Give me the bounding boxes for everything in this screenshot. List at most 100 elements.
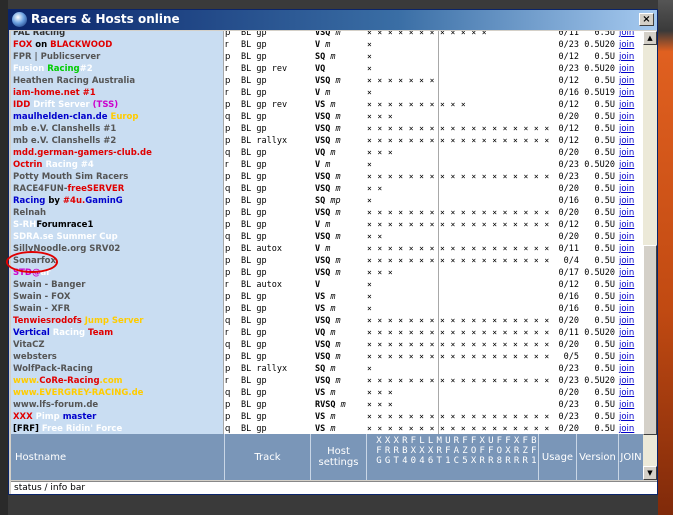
- host-row[interactable]: Relnah p BL gp VSQ m × × × × × × × × × × × ×…: [11, 207, 643, 219]
- title-bar[interactable]: Racers & Hosts online ×: [9, 10, 657, 30]
- join-link[interactable]: join: [619, 351, 643, 363]
- join-link[interactable]: join: [619, 267, 643, 279]
- host-row[interactable]: websters p BL gp VSQ m × × × × × × × × × × ×…: [11, 351, 643, 363]
- host-row[interactable]: maulhelden-clan.de Europ q BL gp VSQ m × × …: [11, 111, 643, 123]
- version-cell: 0.5U20: [584, 160, 615, 170]
- join-link[interactable]: join: [619, 171, 643, 183]
- allowed-cars-cell: ×: [367, 160, 373, 169]
- join-link[interactable]: join: [619, 219, 643, 231]
- host-row[interactable]: www.EVERGREY-RACING.de q BL gp VS m × × × 0/…: [11, 387, 643, 399]
- join-link[interactable]: join: [619, 147, 643, 159]
- host-row[interactable]: VitaCZ q BL gp VSQ m × × × × × × × × × × × ×…: [11, 339, 643, 351]
- join-link[interactable]: join: [619, 363, 643, 375]
- host-row[interactable]: WolfPack-Racing p BL rallyx SQ m × 0/23 0.5U j…: [11, 363, 643, 375]
- host-row[interactable]: Swain - XFR p BL gp VS m × 0/16 0.5U join: [11, 303, 643, 315]
- host-row[interactable]: Racing by #4u.GaminG p BL gp SQ mp × 0/16 0.5…: [11, 195, 643, 207]
- host-row[interactable]: Swain - Banger r BL autox V × 0/12 0.5U join: [11, 279, 643, 291]
- car-code-letter: U: [488, 436, 494, 446]
- version-cell: 0.5U: [594, 148, 615, 158]
- host-row[interactable]: Sonarfox p BL gp VSQ m × × × × × × × × × × ×…: [11, 255, 643, 267]
- host-row[interactable]: Potty Mouth Sim Racers p BL gp VSQ m × × × ×…: [11, 171, 643, 183]
- join-link[interactable]: join: [619, 63, 643, 75]
- join-link[interactable]: join: [619, 123, 643, 135]
- scroll-thumb[interactable]: [643, 245, 657, 435]
- join-link[interactable]: join: [619, 399, 643, 411]
- host-row[interactable]: Vertical Racing Team r BL gp VQ m × × × × × …: [11, 327, 643, 339]
- host-row[interactable]: Heathen Racing Australia p BL gp VSQ m × × …: [11, 75, 643, 87]
- join-link[interactable]: join: [619, 339, 643, 351]
- join-link[interactable]: join: [619, 31, 643, 39]
- host-row[interactable]: mdd.german-gamers-club.de q BL gp VQ m × × …: [11, 147, 643, 159]
- host-row[interactable]: Octrin Racing #4 r BL gp V m × 0/23 0.5U20 joi…: [11, 159, 643, 171]
- version-cell: 0.5U20: [584, 268, 615, 278]
- track-header[interactable]: Track: [225, 434, 311, 480]
- usage-cell: 0/12: [558, 100, 579, 110]
- host-row[interactable]: www.CoRe-Racing.com r BL gp VSQ m × × × × × …: [11, 375, 643, 387]
- join-link[interactable]: join: [619, 255, 643, 267]
- join-header[interactable]: JOIN: [619, 434, 643, 480]
- host-row[interactable]: SillyNoodle.org SRV02 p BL autox V m × × × ×…: [11, 243, 643, 255]
- track-cell: BL gp: [241, 31, 267, 38]
- join-link[interactable]: join: [619, 387, 643, 399]
- host-row[interactable]: SDRA.se Summer Cup q BL gp VSQ m × × 0/20 0.5U…: [11, 231, 643, 243]
- join-link[interactable]: join: [619, 39, 643, 51]
- host-row[interactable]: FAL Racing p BL gp VSQ m × × × × × × × × × ×…: [11, 31, 643, 39]
- host-row[interactable]: mb e.V. Clanshells #1 p BL gp VSQ m × × × × …: [11, 123, 643, 135]
- host-row[interactable]: www.lfs-forum.de p BL gp RVSQ m × × × 0/23 0.…: [11, 399, 643, 411]
- join-link[interactable]: join: [619, 51, 643, 63]
- hostname-segment: IDD: [13, 100, 31, 110]
- cars-header[interactable]: XFGXRGXRTRB4FX0LX4LX6MRTUF1RACFZ5FOXXFRU…: [367, 434, 539, 480]
- join-link[interactable]: join: [619, 423, 643, 434]
- usage-cell: 0/23: [558, 172, 579, 182]
- vertical-scrollbar[interactable]: ▲ ▼: [643, 31, 657, 480]
- join-link[interactable]: join: [619, 207, 643, 219]
- host-row[interactable]: FPR | Publicserver p BL gp SQ m × 0/12 0.5U jo…: [11, 51, 643, 63]
- host-row[interactable]: mb e.V. Clanshells #2 p BL rallyx VSQ m × × …: [11, 135, 643, 147]
- host-row[interactable]: iam-home.net #1 r BL gp V m × 0/16 0.5U19 join: [11, 87, 643, 99]
- join-link[interactable]: join: [619, 75, 643, 87]
- usage-cell: 0/23: [558, 64, 579, 74]
- host-settings-cell: VQ m: [315, 328, 336, 338]
- scroll-up-button[interactable]: ▲: [643, 31, 657, 45]
- host-settings-cell: VS m: [315, 100, 336, 110]
- host-row[interactable]: S-RHForumrace1 p BL gp V m × × × × × × × × ×…: [11, 219, 643, 231]
- host-type-cell: p: [225, 220, 231, 230]
- version-header[interactable]: Version: [577, 434, 619, 480]
- join-link[interactable]: join: [619, 375, 643, 387]
- host-row[interactable]: Swain - FOX p BL gp VS m × 0/16 0.5U join: [11, 291, 643, 303]
- hostname-segment: GaminG: [85, 196, 123, 206]
- host-row[interactable]: [FRF] Free Ridin' Force q BL gp VS m × × × ×…: [11, 423, 643, 434]
- allowed-cars-cell: × × × × × × × × × × × × × × × × × ×: [367, 328, 550, 337]
- usage-header[interactable]: Usage: [539, 434, 577, 480]
- version-cell: 0.5U: [594, 31, 615, 38]
- hostname-header[interactable]: Hostname: [11, 434, 225, 480]
- join-link[interactable]: join: [619, 183, 643, 195]
- join-link[interactable]: join: [619, 135, 643, 147]
- host-row[interactable]: RACE4FUN-freeSERVER q BL gp VSQ m × × 0/20 0.…: [11, 183, 643, 195]
- host-row[interactable]: STD@ar p BL gp VSQ m × × × 0/17 0.5U20 join: [11, 267, 643, 279]
- scroll-down-button[interactable]: ▼: [643, 466, 657, 480]
- host-row[interactable]: IDD Drift Server (TSS) p BL gp rev VS m × ×…: [11, 99, 643, 111]
- join-link[interactable]: join: [619, 315, 643, 327]
- host-row[interactable]: Fusion Racing#2 r BL gp rev VQ × 0/23 0.5U20 j…: [11, 63, 643, 75]
- host-row[interactable]: Tenwiesrodofs Jump Server q BL gp VSQ m × × …: [11, 315, 643, 327]
- join-link[interactable]: join: [619, 303, 643, 315]
- join-link[interactable]: join: [619, 111, 643, 123]
- hostname-segment: www.: [13, 376, 40, 386]
- join-link[interactable]: join: [619, 243, 643, 255]
- join-link[interactable]: join: [619, 87, 643, 99]
- join-link[interactable]: join: [619, 327, 643, 339]
- join-link[interactable]: join: [619, 195, 643, 207]
- host-row[interactable]: FOX on BLACKWOOD r BL gp V m × 0/23 0.5U20 joi…: [11, 39, 643, 51]
- join-link[interactable]: join: [619, 159, 643, 171]
- allowed-cars-cell: × ×: [367, 232, 383, 241]
- join-link[interactable]: join: [619, 279, 643, 291]
- join-link[interactable]: join: [619, 411, 643, 423]
- join-link[interactable]: join: [619, 291, 643, 303]
- host-settings-header[interactable]: Host settings: [311, 434, 367, 480]
- join-link[interactable]: join: [619, 99, 643, 111]
- join-link[interactable]: join: [619, 231, 643, 243]
- close-button[interactable]: ×: [639, 13, 654, 26]
- allowed-cars-cell: × × ×: [367, 388, 394, 397]
- host-row[interactable]: XXX Pimp master p BL gp VS m × × × × × × × ×…: [11, 411, 643, 423]
